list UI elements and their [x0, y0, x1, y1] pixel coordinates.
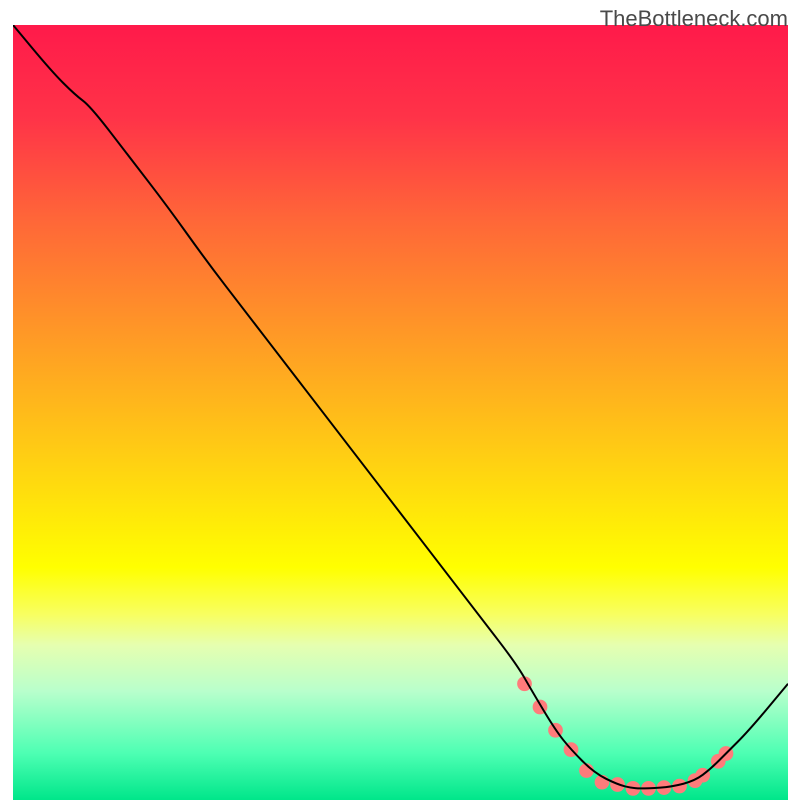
- plot-area: [13, 25, 788, 800]
- chart-svg: [13, 25, 788, 800]
- watermark-text: TheBottleneck.com: [600, 6, 788, 32]
- chart-container: TheBottleneck.com: [0, 0, 800, 800]
- gradient-background: [13, 25, 788, 800]
